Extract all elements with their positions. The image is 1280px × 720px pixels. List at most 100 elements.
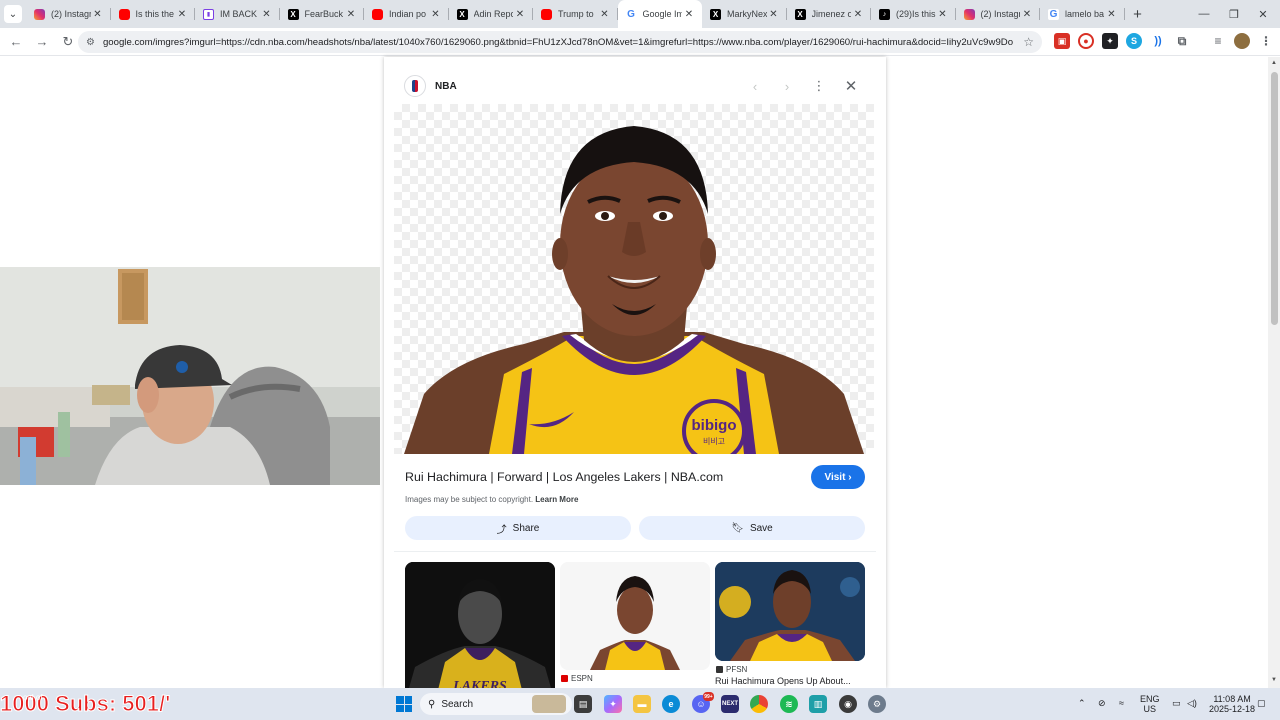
scroll-down-icon[interactable]: ▼ — [1270, 677, 1278, 683]
wifi-icon[interactable]: ≈ — [1119, 698, 1124, 708]
visit-button[interactable]: Visit › — [811, 465, 865, 489]
related-source[interactable]: PFSN — [716, 665, 747, 674]
language-indicator[interactable]: ENG US — [1140, 694, 1160, 714]
obs-icon[interactable]: ◉ — [839, 695, 857, 713]
image-title[interactable]: Rui Hachimura | Forward | Los Angeles La… — [405, 470, 723, 484]
previous-icon[interactable]: ‹ — [744, 75, 766, 97]
nba-logo[interactable] — [404, 75, 426, 97]
next-app-icon[interactable]: NEXT — [721, 695, 739, 713]
scroll-thumb[interactable] — [1271, 72, 1278, 325]
main-image[interactable]: bibigo 비비고 — [394, 104, 874, 454]
goal-label: oal of — [23, 693, 43, 702]
related-title[interactable]: Rui Hachimura Opens Up About... — [715, 676, 851, 686]
close-icon[interactable]: ✕ — [851, 9, 865, 20]
more-options-icon[interactable]: ⋮ — [808, 75, 830, 97]
chevron-right-icon: › — [848, 471, 852, 483]
media-control-icon[interactable]: ≡ — [1210, 33, 1226, 49]
chevron-up-icon[interactable]: ⌃ — [1078, 698, 1086, 708]
edge-icon[interactable]: e — [662, 695, 680, 713]
volume-icon[interactable]: ◁) — [1187, 698, 1197, 708]
back-button[interactable]: ← — [4, 30, 28, 54]
close-window-button[interactable]: ✕ — [1246, 0, 1280, 28]
browser-tab-active[interactable]: G Google Im ✕ — [617, 0, 702, 28]
scroll-up-icon[interactable]: ▲ — [1270, 60, 1278, 66]
file-explorer-icon[interactable]: ▬ — [633, 695, 651, 713]
spotify-icon[interactable]: ≋ — [780, 695, 798, 713]
x-icon: X — [456, 8, 468, 20]
tab-search-button[interactable]: ⌄ — [0, 0, 26, 28]
reload-button[interactable]: ↻ — [56, 30, 80, 54]
scrollbar[interactable]: ▲ ▼ — [1268, 57, 1280, 688]
extensions-puzzle-icon[interactable]: ⧉ — [1174, 33, 1190, 49]
close-icon[interactable]: ✕ — [344, 9, 358, 20]
related-source[interactable]: ESPN — [561, 674, 593, 683]
network-icon[interactable]: ▭ — [1172, 698, 1181, 708]
close-icon[interactable]: ✕ — [513, 9, 527, 20]
chrome-icon[interactable] — [750, 695, 768, 713]
notifications-icon[interactable]: ▢ — [1257, 698, 1266, 708]
taskbar-widget[interactable] — [532, 695, 566, 713]
source-name[interactable]: NBA — [435, 81, 457, 92]
notepad-icon[interactable]: ▥ — [809, 695, 827, 713]
close-icon[interactable]: ✕ — [840, 75, 862, 97]
no-connection-icon[interactable]: ⊘ — [1098, 698, 1106, 708]
instagram-icon — [34, 8, 45, 20]
pfsn-icon — [716, 666, 723, 673]
google-icon: G — [1048, 8, 1059, 20]
close-icon[interactable]: ✕ — [767, 9, 781, 20]
settings-gear-icon[interactable]: ⚙ — [868, 695, 886, 713]
windows-start-button[interactable] — [396, 696, 412, 712]
new-tab-button[interactable]: + — [1125, 6, 1151, 23]
minimize-button[interactable]: — — [1187, 0, 1221, 28]
site-info-icon[interactable]: ⚙ — [86, 37, 95, 48]
close-icon[interactable]: ✕ — [1020, 9, 1034, 20]
close-icon[interactable]: ✕ — [260, 9, 274, 20]
browser-tab[interactable]: (2) Instagram✕ — [26, 0, 111, 28]
more-menu-icon[interactable]: ⋮ — [1258, 33, 1274, 49]
clock[interactable]: 11:08 AM 2025-12-18 — [1209, 694, 1255, 714]
browser-tab[interactable]: (2) Instagr ✕ — [956, 0, 1041, 28]
browser-tab[interactable]: X Adin Repo ✕ — [449, 0, 534, 28]
close-icon[interactable]: ✕ — [598, 9, 612, 20]
browser-tab[interactable]: Is this the ✕ — [111, 0, 196, 28]
related-image[interactable] — [715, 562, 865, 661]
close-icon[interactable]: ✕ — [91, 9, 105, 20]
close-icon[interactable]: ✕ — [175, 9, 189, 20]
save-button[interactable]: 🔖︎ Save — [639, 516, 865, 540]
forward-button[interactable]: → — [30, 30, 54, 54]
close-icon[interactable]: ✕ — [682, 9, 696, 20]
close-icon[interactable]: ✕ — [429, 9, 443, 20]
browser-tab[interactable]: ♪ (29)Is this ✕ — [871, 0, 956, 28]
browser-tab[interactable]: Glamelo ba ✕ — [1040, 0, 1125, 28]
extension-icon[interactable]: )) — [1150, 33, 1166, 49]
copilot-icon[interactable]: ✦ — [604, 695, 622, 713]
learn-more-link[interactable]: Learn More — [535, 495, 578, 504]
extension-icon[interactable]: S — [1126, 33, 1142, 49]
tiktok-icon: ♪ — [879, 8, 890, 20]
browser-tab[interactable]: X MarkyNex ✕ — [702, 0, 787, 28]
related-image[interactable] — [560, 562, 710, 670]
share-button[interactable]: ⤴ Share — [405, 516, 631, 540]
extension-icon[interactable]: ● — [1078, 33, 1094, 49]
bookmark-star-icon[interactable]: ☆ — [1023, 35, 1034, 49]
browser-tab[interactable]: Trump to ✕ — [533, 0, 618, 28]
close-icon[interactable]: ✕ — [1105, 9, 1119, 20]
extension-icon[interactable]: ✦ — [1102, 33, 1118, 49]
profile-avatar[interactable] — [1234, 33, 1250, 49]
browser-tab[interactable]: ▮ IM BACK ✕ — [195, 0, 280, 28]
browser-tab[interactable]: X FearBuck ✕ — [280, 0, 365, 28]
extension-icon[interactable]: ▣ — [1054, 33, 1070, 49]
related-image[interactable]: LAKERS — [405, 562, 555, 688]
close-icon[interactable]: ✕ — [936, 9, 950, 20]
svg-text:LAKERS: LAKERS — [452, 679, 507, 688]
next-icon[interactable]: › — [776, 75, 798, 97]
task-view-icon[interactable]: ▤ — [574, 695, 592, 713]
instagram-icon — [963, 8, 975, 20]
url-text[interactable]: google.com/imgres?imgurl=https://cdn.nba… — [103, 37, 1013, 48]
x-icon: X — [794, 8, 806, 20]
browser-tab[interactable]: X Jimenez o ✕ — [787, 0, 872, 28]
x-icon: X — [287, 8, 299, 20]
address-bar[interactable]: ⚙ google.com/imgres?imgurl=https://cdn.n… — [78, 31, 1042, 53]
search-icon: ⚲ — [428, 698, 436, 710]
browser-tab[interactable]: Indian po ✕ — [364, 0, 449, 28]
